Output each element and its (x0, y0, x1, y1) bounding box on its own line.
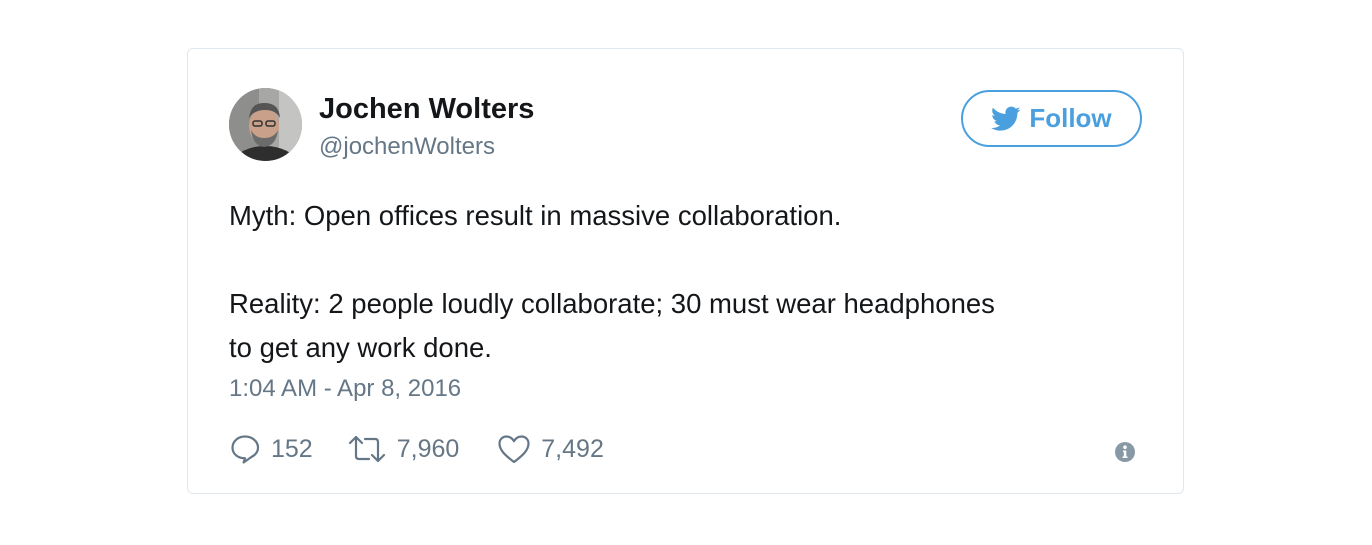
tweet-actions: 152 7,960 7,492 (229, 431, 604, 467)
reply-count: 152 (271, 434, 313, 463)
tweet-text: Myth: Open offices result in massive col… (229, 194, 1149, 370)
reply-bubble-icon (229, 433, 261, 465)
twitter-bird-icon (991, 106, 1021, 132)
info-icon[interactable] (1114, 441, 1136, 463)
tweet-timestamp[interactable]: 1:04 AM - Apr 8, 2016 (229, 375, 461, 403)
follow-button[interactable]: Follow (961, 90, 1142, 147)
follow-label: Follow (1029, 103, 1112, 133)
heart-icon (497, 434, 531, 464)
author-handle[interactable]: @jochenWolters (319, 133, 495, 161)
avatar[interactable] (229, 88, 302, 161)
like-count: 7,492 (541, 434, 604, 463)
tweet-text-line: Reality: 2 people loudly collaborate; 30… (229, 288, 995, 319)
retweet-button[interactable]: 7,960 (347, 434, 460, 464)
tweet-text-line: Myth: Open offices result in massive col… (229, 200, 842, 231)
tweet-card: Jochen Wolters @jochenWolters Follow Myt… (187, 48, 1184, 494)
retweet-icon (347, 434, 387, 464)
reply-button[interactable]: 152 (229, 433, 313, 465)
like-button[interactable]: 7,492 (497, 434, 604, 464)
tweet-text-line: to get any work done. (229, 332, 492, 363)
author-name[interactable]: Jochen Wolters (319, 93, 534, 126)
retweet-count: 7,960 (396, 434, 460, 463)
